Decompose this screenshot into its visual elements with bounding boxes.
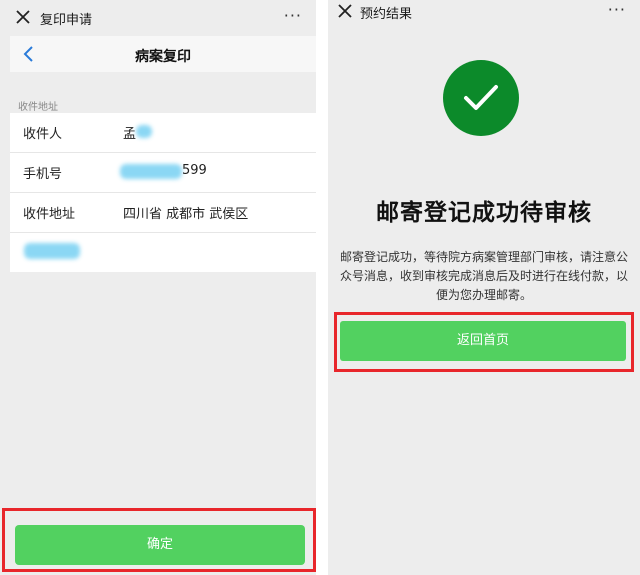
detail-address-row[interactable] [10, 233, 316, 272]
left-phone-screen: 复印申请 ··· 病案复印 收件地址 收件人 孟 599 手机号 收件地址 四川… [0, 0, 316, 575]
more-icon[interactable]: ··· [608, 0, 626, 19]
address-label: 收件地址 [23, 207, 76, 222]
section-label: 收件地址 [18, 102, 58, 113]
phone-row[interactable]: 599 手机号 [10, 153, 316, 193]
recipient-row[interactable]: 收件人 孟 [10, 113, 316, 153]
phone-value: 599 [182, 163, 207, 178]
back-home-button[interactable]: 返回首页 [340, 321, 626, 361]
close-icon[interactable] [12, 6, 34, 28]
redaction-mark [136, 125, 152, 138]
top-bar: 预约结果 ··· [328, 0, 640, 36]
confirm-button[interactable]: 确定 [15, 525, 305, 565]
highlight-box: 确定 [2, 508, 316, 572]
result-title: 邮寄登记成功待审核 [376, 200, 592, 226]
redaction-mark [120, 164, 182, 179]
window-title: 复印申请 [40, 13, 93, 28]
window-title: 预约结果 [360, 7, 413, 22]
highlight-box: 返回首页 [334, 312, 634, 372]
result-message: 邮寄登记成功，等待院方病案管理部门审核，请注意公众号消息，收到审核完成消息后及时… [339, 250, 628, 302]
redaction-mark [24, 243, 80, 259]
nav-title: 病案复印 [135, 49, 191, 65]
close-icon[interactable] [334, 0, 356, 22]
success-icon [443, 60, 519, 136]
more-icon[interactable]: ··· [284, 6, 302, 25]
address-row[interactable]: 收件地址 四川省 成都市 武侯区 [10, 193, 316, 233]
recipient-label: 收件人 [23, 127, 63, 142]
address-value: 四川省 成都市 武侯区 [123, 207, 249, 222]
recipient-value: 孟 [123, 127, 137, 142]
top-bar: 复印申请 ··· [0, 0, 316, 36]
check-icon [464, 85, 498, 110]
phone-label: 手机号 [23, 167, 63, 182]
right-phone-screen: 预约结果 ··· 邮寄登记成功待审核 邮寄登记成功，等待院方病案管理部门审核，请… [328, 0, 640, 575]
nav-bar: 病案复印 [10, 36, 316, 72]
address-form: 收件人 孟 599 手机号 收件地址 四川省 成都市 武侯区 [10, 113, 316, 272]
